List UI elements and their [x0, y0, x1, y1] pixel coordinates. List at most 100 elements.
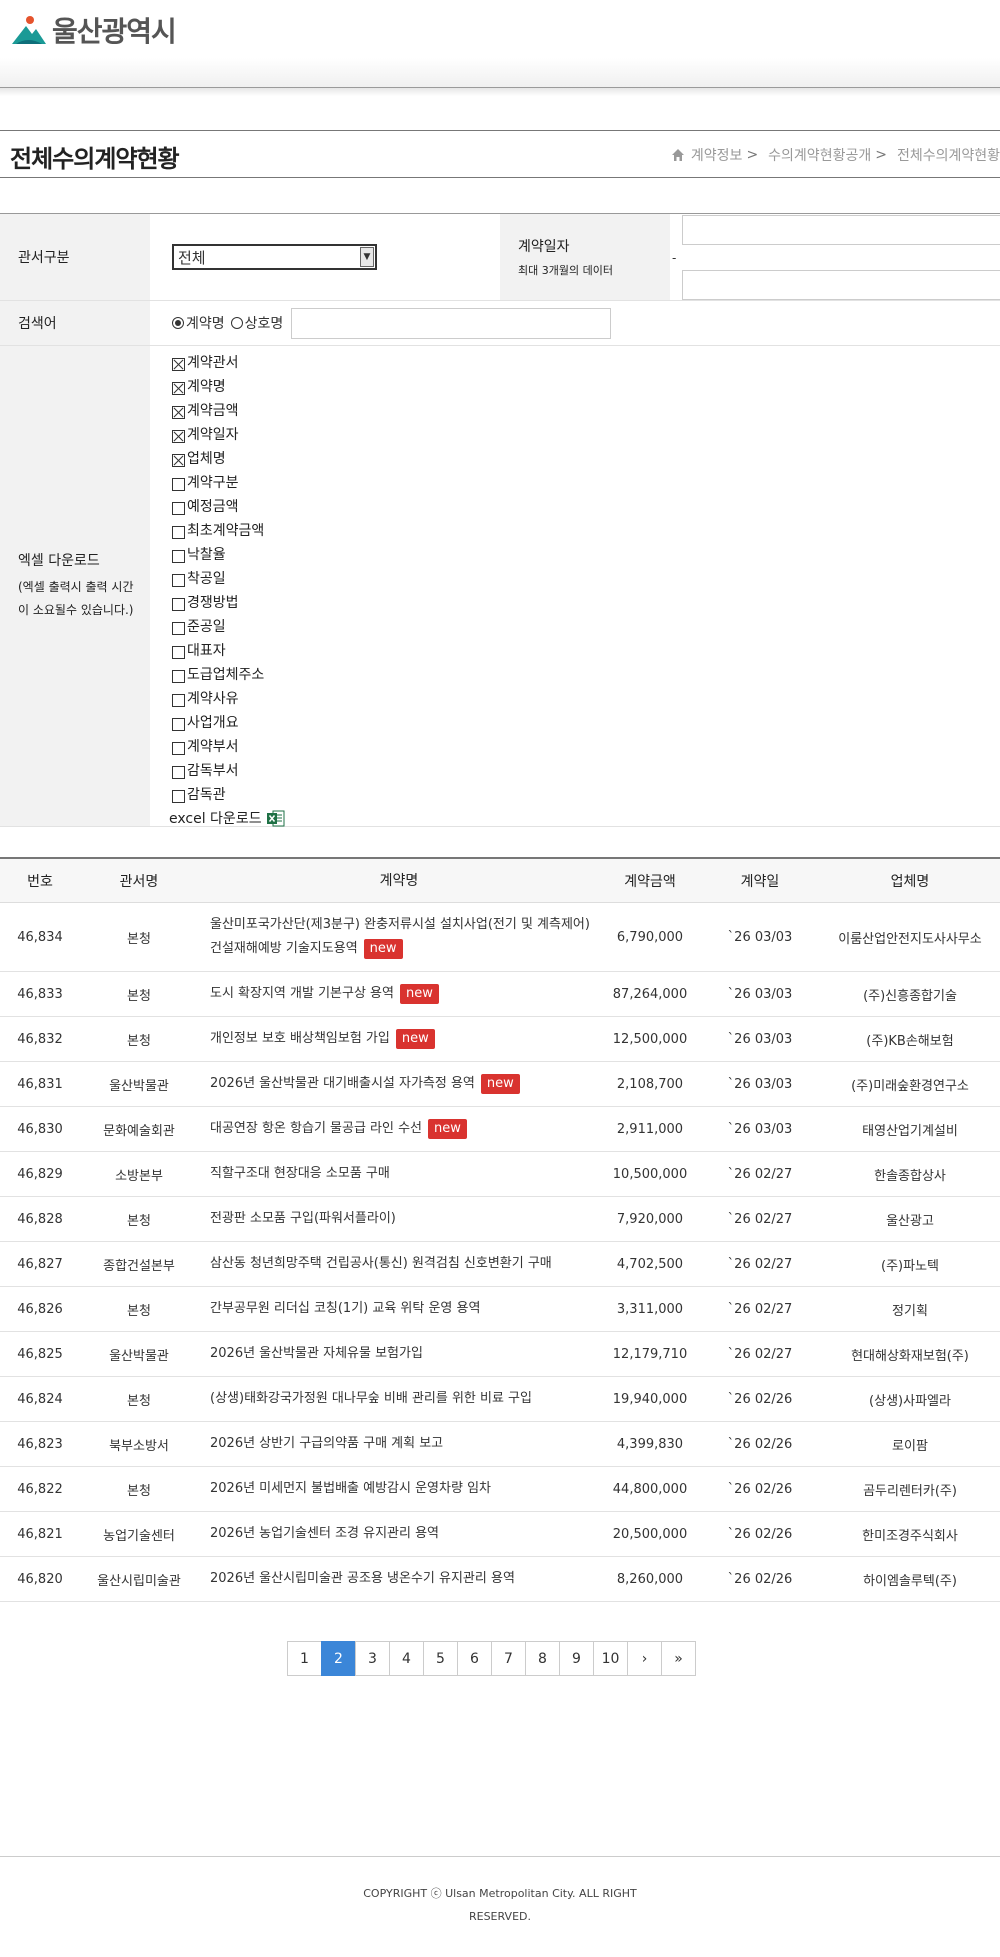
checkbox-checked-icon[interactable] [172, 357, 185, 371]
row-contract-name-link[interactable]: 간부공무원 리더십 코칭(1기) 교육 위탁 운영 용역 [210, 1301, 480, 1316]
row-contract-name-link[interactable]: 2026년 울산시립미술관 공조용 냉온수기 유지관리 용역 [210, 1571, 515, 1586]
checkbox-unchecked-icon[interactable] [172, 765, 185, 779]
checkbox-checked-icon[interactable] [172, 405, 185, 419]
checkbox-unchecked-icon[interactable] [172, 573, 185, 587]
checkbox-unchecked-icon[interactable] [172, 693, 185, 707]
row-contract-name-link[interactable]: 대공연장 항온 항습기 물공급 라인 수선 [210, 1121, 422, 1136]
row-contract-name-link[interactable]: 개인정보 보호 배상책임보험 가입 [210, 1031, 390, 1046]
checkbox-unchecked-icon[interactable] [172, 597, 185, 611]
row-contract-name-cell[interactable]: 전광판 소모품 구입(파워서플라이) [198, 1207, 600, 1231]
page-button-7[interactable]: 7 [491, 1641, 526, 1676]
excel-column-checkbox[interactable]: 계약부서 [172, 734, 285, 758]
excel-column-checkbox[interactable]: 최초계약금액 [172, 518, 285, 542]
row-contract-name-link[interactable]: 전광판 소모품 구입(파워서플라이) [210, 1211, 396, 1226]
page-button-4[interactable]: 4 [389, 1641, 424, 1676]
table-row[interactable]: 46,825 울산박물관 2026년 울산박물관 자체유물 보험가입 12,179,7… [0, 1332, 1000, 1377]
table-row[interactable]: 46,833 본청 도시 확장지역 개발 기본구상 용역 new 87,264,000 `… [0, 972, 1000, 1017]
site-logo[interactable]: 울산광역시 [10, 10, 177, 50]
excel-download-link[interactable]: excel 다운로드 [169, 806, 285, 830]
row-contract-name-link[interactable]: (상생)태화강국가정원 대나무숲 비배 관리를 위한 비료 구입 [210, 1391, 532, 1406]
table-row[interactable]: 46,830 문화예술회관 대공연장 항온 항습기 물공급 라인 수선 new 2,91… [0, 1107, 1000, 1152]
row-contract-name-link[interactable]: 2026년 농업기술센터 조경 유지관리 용역 [210, 1526, 439, 1541]
excel-column-checkbox[interactable]: 계약관서 [172, 350, 285, 374]
page-button-3[interactable]: 3 [355, 1641, 390, 1676]
row-contract-name-link[interactable]: 직할구조대 현장대응 소모품 구매 [210, 1166, 390, 1181]
excel-column-checkbox[interactable]: 계약금액 [172, 398, 285, 422]
row-contract-name-cell[interactable]: 간부공무원 리더십 코칭(1기) 교육 위탁 운영 용역 [198, 1297, 600, 1321]
excel-column-checkbox[interactable]: 감독관 [172, 782, 285, 806]
excel-column-checkbox[interactable]: 사업개요 [172, 710, 285, 734]
checkbox-checked-icon[interactable] [172, 429, 185, 443]
radio-selected-icon[interactable] [172, 317, 184, 329]
row-contract-name-link[interactable]: 2026년 상반기 구급의약품 구매 계획 보고 [210, 1436, 443, 1451]
breadcrumb-item-current[interactable]: 전체수의계약현황 [897, 145, 1000, 165]
page-button-2[interactable]: 2 [321, 1641, 356, 1676]
table-row[interactable]: 46,823 북부소방서 2026년 상반기 구급의약품 구매 계획 보고 4,399… [0, 1422, 1000, 1467]
table-row[interactable]: 46,831 울산박물관 2026년 울산박물관 대기배출시설 자가측정 용역 new… [0, 1062, 1000, 1107]
page-button-5[interactable]: 5 [423, 1641, 458, 1676]
checkbox-unchecked-icon[interactable] [172, 669, 185, 683]
excel-column-checkbox[interactable]: 도급업체주소 [172, 662, 285, 686]
keyword-input[interactable] [291, 307, 612, 339]
row-contract-name-cell[interactable]: 대공연장 항온 항습기 물공급 라인 수선 new [198, 1117, 600, 1141]
breadcrumb-item-private-contract[interactable]: 수의계약현황공개 [768, 145, 871, 165]
row-contract-name-link[interactable]: 2026년 미세먼지 불법배출 예방감시 운영차량 임차 [210, 1481, 491, 1496]
row-contract-name-cell[interactable]: 개인정보 보호 배상책임보험 가입 new [198, 1027, 600, 1051]
date-start-input[interactable] [682, 215, 1000, 245]
row-contract-name-cell[interactable]: 2026년 상반기 구급의약품 구매 계획 보고 [198, 1432, 600, 1456]
page-button-9[interactable]: 9 [559, 1641, 594, 1676]
table-row[interactable]: 46,824 본청 (상생)태화강국가정원 대나무숲 비배 관리를 위한 비료 구입… [0, 1377, 1000, 1422]
excel-column-checkbox[interactable]: 계약구분 [172, 470, 285, 494]
radio-contract-name[interactable]: 계약명 [172, 313, 225, 333]
row-contract-name-link[interactable]: 2026년 울산박물관 자체유물 보험가입 [210, 1346, 423, 1361]
checkbox-unchecked-icon[interactable] [172, 621, 185, 635]
row-contract-name-cell[interactable]: 2026년 울산박물관 대기배출시설 자가측정 용역 new [198, 1072, 600, 1096]
checkbox-unchecked-icon[interactable] [172, 477, 185, 491]
excel-column-checkbox[interactable]: 업체명 [172, 446, 285, 470]
table-row[interactable]: 46,822 본청 2026년 미세먼지 불법배출 예방감시 운영차량 임차 44,8… [0, 1467, 1000, 1512]
excel-column-checkbox[interactable]: 준공일 [172, 614, 285, 638]
table-row[interactable]: 46,832 본청 개인정보 보호 배상책임보험 가입 new 12,500,000 `2… [0, 1017, 1000, 1062]
checkbox-unchecked-icon[interactable] [172, 501, 185, 515]
row-contract-name-cell[interactable]: 삼산동 청년희망주택 건립공사(통신) 원격검침 신호변환기 구매 [198, 1252, 600, 1276]
checkbox-unchecked-icon[interactable] [172, 645, 185, 659]
excel-column-checkbox[interactable]: 계약사유 [172, 686, 285, 710]
table-row[interactable]: 46,828 본청 전광판 소모품 구입(파워서플라이) 7,920,000 `26 0… [0, 1197, 1000, 1242]
row-contract-name-cell[interactable]: 2026년 울산시립미술관 공조용 냉온수기 유지관리 용역 [198, 1567, 600, 1591]
table-row[interactable]: 46,820 울산시립미술관 2026년 울산시립미술관 공조용 냉온수기 유지관리… [0, 1557, 1000, 1602]
checkbox-unchecked-icon[interactable] [172, 789, 185, 803]
excel-column-checkbox[interactable]: 계약일자 [172, 422, 285, 446]
last-page-icon[interactable]: » [661, 1641, 696, 1676]
home-icon[interactable] [671, 148, 685, 162]
excel-column-checkbox[interactable]: 경쟁방법 [172, 590, 285, 614]
radio-company-name[interactable]: 상호명 [230, 313, 283, 333]
table-row[interactable]: 46,834 본청 울산미포국가산단(제3분구) 완충저류시설 설치사업(전기 및 … [0, 903, 1000, 972]
row-contract-name-link[interactable]: 도시 확장지역 개발 기본구상 용역 [210, 986, 394, 1001]
checkbox-unchecked-icon[interactable] [172, 741, 185, 755]
org-select[interactable]: 전체 ▼ [172, 244, 377, 270]
row-contract-name-cell[interactable]: 울산미포국가산단(제3분구) 완충저류시설 설치사업(전기 및 계측제어) 건설… [198, 913, 600, 961]
excel-icon[interactable] [266, 810, 285, 827]
radio-unselected-icon[interactable] [230, 317, 243, 329]
next-page-icon[interactable]: › [627, 1641, 662, 1676]
page-button-8[interactable]: 8 [525, 1641, 560, 1676]
excel-column-checkbox[interactable]: 착공일 [172, 566, 285, 590]
row-contract-name-cell[interactable]: 2026년 울산박물관 자체유물 보험가입 [198, 1342, 600, 1366]
row-contract-name-link[interactable]: 삼산동 청년희망주택 건립공사(통신) 원격검침 신호변환기 구매 [210, 1256, 552, 1271]
excel-column-checkbox[interactable]: 예정금액 [172, 494, 285, 518]
date-end-input[interactable] [682, 270, 1000, 300]
excel-column-checkbox[interactable]: 감독부서 [172, 758, 285, 782]
row-contract-name-cell[interactable]: 직할구조대 현장대응 소모품 구매 [198, 1162, 600, 1186]
checkbox-unchecked-icon[interactable] [172, 549, 185, 563]
chevron-down-icon[interactable]: ▼ [360, 247, 374, 267]
row-contract-name-cell[interactable]: 2026년 농업기술센터 조경 유지관리 용역 [198, 1522, 600, 1546]
page-button-10[interactable]: 10 [593, 1641, 628, 1676]
table-row[interactable]: 46,827 종합건설본부 삼산동 청년희망주택 건립공사(통신) 원격검침 신호변… [0, 1242, 1000, 1287]
page-button-1[interactable]: 1 [287, 1641, 322, 1676]
checkbox-unchecked-icon[interactable] [172, 525, 185, 539]
checkbox-unchecked-icon[interactable] [172, 717, 185, 731]
table-row[interactable]: 46,821 농업기술센터 2026년 농업기술센터 조경 유지관리 용역 20,50… [0, 1512, 1000, 1557]
excel-column-checkbox[interactable]: 낙찰율 [172, 542, 285, 566]
row-contract-name-cell[interactable]: (상생)태화강국가정원 대나무숲 비배 관리를 위한 비료 구입 [198, 1387, 600, 1411]
checkbox-checked-icon[interactable] [172, 453, 185, 467]
